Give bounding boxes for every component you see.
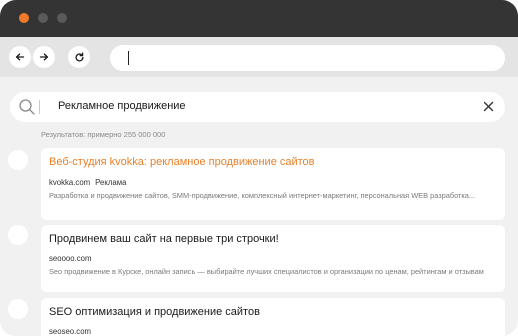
result-url[interactable]: seoooo.com (49, 254, 91, 263)
text-cursor (128, 51, 129, 65)
result-description: Seo продвижение в Курске, онлайн запись … (49, 267, 484, 276)
arrow-right-icon (39, 53, 49, 61)
search-icon (19, 99, 35, 115)
reload-icon (74, 52, 84, 61)
search-result-card[interactable]: Веб-студия kvokka: рекламное продвижение… (41, 148, 505, 220)
result-url[interactable]: seoseo.com (49, 327, 91, 336)
result-description: Разработка и продвижение сайтов, SMM-про… (49, 191, 476, 200)
result-url-line: kvokka.com Реклама (49, 178, 126, 187)
result-url-line: seoooo.com (49, 254, 91, 263)
maximize-window-dot[interactable] (57, 13, 67, 23)
title-bar (0, 0, 518, 37)
reload-button[interactable] (68, 46, 90, 68)
ad-badge: Реклама (95, 178, 127, 187)
result-title-link[interactable]: Продвинем ваш сайт на первые три строчки… (49, 233, 279, 245)
results-count: Результатов: примерно 255 000 000 (41, 130, 166, 139)
result-title-link[interactable]: SEO оптимизация и продвижение сайтов (49, 306, 260, 318)
back-button[interactable] (9, 46, 31, 68)
close-icon[interactable] (482, 100, 495, 113)
browser-window: Рекламное продвижение Результатов: приме… (0, 0, 518, 336)
search-input[interactable]: Рекламное продвижение (58, 100, 186, 112)
result-url[interactable]: kvokka.com (49, 178, 90, 187)
result-title-link[interactable]: Веб-студия kvokka: рекламное продвижение… (49, 156, 315, 168)
search-result-card[interactable]: Продвинем ваш сайт на первые три строчки… (41, 225, 505, 292)
address-bar[interactable] (110, 45, 505, 71)
result-bullet (8, 150, 28, 170)
close-window-dot[interactable] (19, 13, 29, 23)
search-bar[interactable]: Рекламное продвижение (10, 92, 505, 122)
result-url-line: seoseo.com (49, 327, 91, 336)
forward-button[interactable] (33, 46, 55, 68)
arrow-left-icon (15, 53, 25, 61)
result-bullet (8, 225, 28, 245)
minimize-window-dot[interactable] (38, 13, 48, 23)
result-bullet (8, 299, 28, 319)
search-divider (39, 100, 40, 114)
browser-toolbar (0, 37, 518, 77)
search-result-card[interactable]: SEO оптимизация и продвижение сайтов seo… (41, 298, 505, 336)
search-results-page: Рекламное продвижение Результатов: приме… (0, 77, 518, 336)
